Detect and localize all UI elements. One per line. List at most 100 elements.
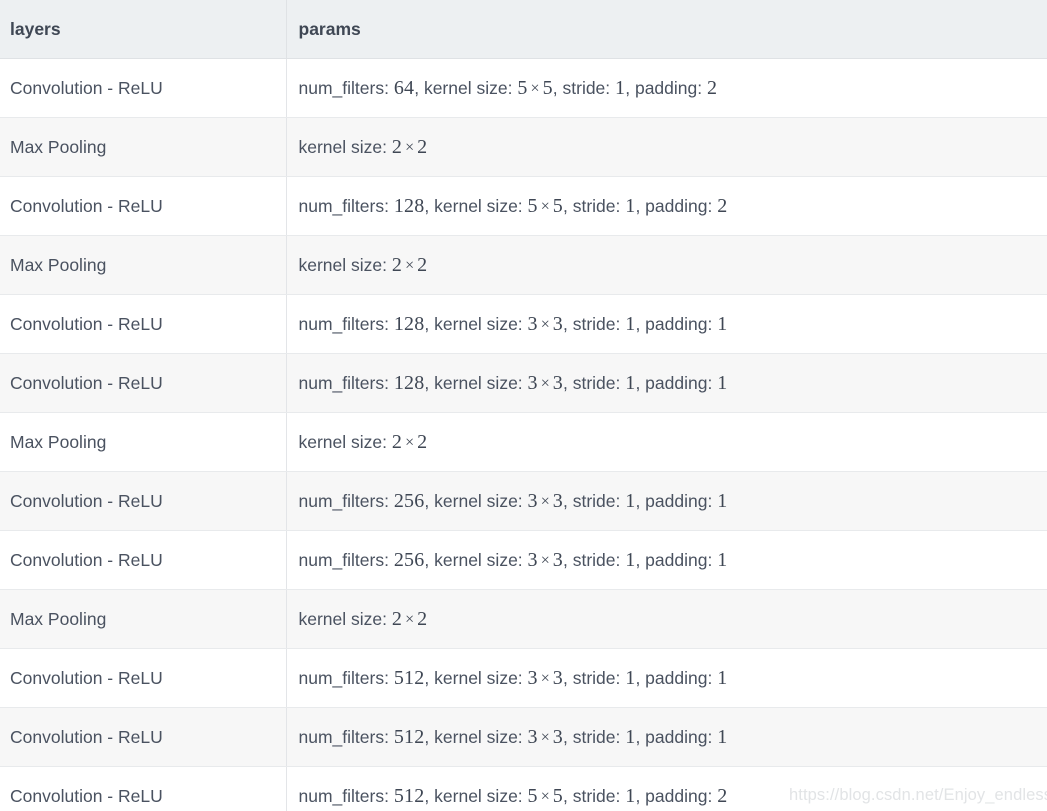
kernel-height-value: 5 — [552, 194, 563, 217]
kernel-size-label: kernel size: — [298, 608, 392, 629]
kernel-height-value: 5 — [542, 76, 553, 99]
kernel-size-label: kernel size: — [434, 785, 528, 806]
num-filters-value: 256 — [393, 548, 425, 571]
separator: , — [414, 77, 424, 98]
num-filters-value: 512 — [393, 784, 425, 807]
num-filters-value: 128 — [393, 194, 425, 217]
padding-value: 1 — [717, 371, 728, 394]
table-header-row: layers params — [0, 0, 1047, 59]
layer-name-cell: Convolution - ReLU — [0, 530, 287, 590]
kernel-width-value: 5 — [527, 194, 538, 217]
kernel-height-value: 3 — [552, 312, 563, 335]
num-filters-label: num_filters: — [298, 372, 394, 393]
kernel-size-label: kernel size: — [434, 195, 528, 216]
layer-params-cell: num_filters: 128, kernel size: 5 × 5, stri… — [286, 176, 1047, 236]
layer-name-cell: Max Pooling — [0, 412, 287, 472]
separator: , — [424, 549, 435, 570]
stride-value: 1 — [625, 666, 636, 689]
padding-label: padding: — [645, 490, 718, 511]
table-body: Convolution - ReLU num_filters: 64, kerne… — [0, 58, 1047, 811]
separator: , — [424, 195, 435, 216]
stride-label: stride: — [572, 549, 626, 570]
layer-name-cell: Max Pooling — [0, 589, 287, 649]
multiplication-sign: × — [540, 728, 550, 746]
stride-label: stride: — [572, 726, 626, 747]
multiplication-sign: × — [405, 138, 415, 156]
table-row: Max Pooling kernel size: 2 × 2 — [0, 589, 1047, 649]
kernel-width-value: 3 — [527, 666, 538, 689]
separator: , — [635, 490, 646, 511]
separator: , — [562, 667, 573, 688]
kernel-height-value: 3 — [552, 666, 563, 689]
layer-name-cell: Convolution - ReLU — [0, 707, 287, 767]
multiplication-sign: × — [540, 315, 550, 333]
num-filters-value: 512 — [393, 666, 425, 689]
layer-name-cell: Max Pooling — [0, 117, 287, 177]
stride-value: 1 — [625, 784, 636, 807]
num-filters-value: 512 — [393, 725, 425, 748]
table-row: Convolution - ReLU num_filters: 256, kern… — [0, 471, 1047, 531]
stride-label: stride: — [572, 372, 626, 393]
kernel-size-label: kernel size: — [434, 549, 528, 570]
stride-label: stride: — [562, 77, 616, 98]
kernel-size-label: kernel size: — [434, 726, 528, 747]
num-filters-label: num_filters: — [298, 785, 394, 806]
separator: , — [552, 77, 563, 98]
layer-params-cell: kernel size: 2 × 2 — [286, 589, 1047, 649]
layer-params-cell: num_filters: 64, kernel size: 5 × 5, strid… — [286, 58, 1047, 118]
separator: , — [635, 313, 646, 334]
kernel-width-value: 5 — [527, 784, 538, 807]
separator: , — [635, 549, 646, 570]
padding-label: padding: — [645, 372, 718, 393]
separator: , — [635, 195, 646, 216]
kernel-width-value: 5 — [517, 76, 528, 99]
kernel-size-label: kernel size: — [423, 77, 518, 98]
stride-value: 1 — [625, 312, 636, 335]
padding-value: 1 — [717, 489, 728, 512]
stride-label: stride: — [572, 490, 626, 511]
column-header-layers: layers — [0, 0, 287, 59]
separator: , — [424, 785, 435, 806]
kernel-height-value: 3 — [552, 489, 563, 512]
stride-value: 1 — [615, 76, 626, 99]
padding-value: 1 — [717, 312, 728, 335]
kernel-height-value: 2 — [417, 607, 428, 630]
layer-name-cell: Convolution - ReLU — [0, 176, 287, 236]
separator: , — [562, 490, 573, 511]
kernel-width-value: 3 — [527, 371, 538, 394]
separator: , — [635, 785, 646, 806]
padding-label: padding: — [645, 549, 718, 570]
padding-label: padding: — [645, 785, 718, 806]
kernel-height-value: 2 — [417, 253, 428, 276]
num-filters-label: num_filters: — [298, 490, 394, 511]
num-filters-label: num_filters: — [298, 313, 394, 334]
num-filters-label: num_filters: — [298, 549, 394, 570]
separator: , — [635, 372, 646, 393]
layer-params-cell: kernel size: 2 × 2 — [286, 117, 1047, 177]
separator: , — [562, 785, 573, 806]
layer-params-cell: num_filters: 256, kernel size: 3 × 3, stri… — [286, 530, 1047, 590]
multiplication-sign: × — [405, 610, 415, 628]
table-row: Convolution - ReLU num_filters: 512, kern… — [0, 707, 1047, 767]
separator: , — [562, 372, 573, 393]
num-filters-value: 256 — [393, 489, 425, 512]
kernel-size-label: kernel size: — [434, 313, 528, 334]
multiplication-sign: × — [540, 669, 550, 687]
layer-params-cell: num_filters: 512, kernel size: 3 × 3, stri… — [286, 648, 1047, 708]
separator: , — [562, 313, 573, 334]
column-header-params: params — [286, 0, 1047, 59]
layer-name-cell: Convolution - ReLU — [0, 353, 287, 413]
stride-label: stride: — [572, 313, 626, 334]
kernel-size-label: kernel size: — [434, 490, 528, 511]
separator: , — [562, 549, 573, 570]
padding-value: 1 — [717, 666, 728, 689]
separator: , — [424, 313, 435, 334]
multiplication-sign: × — [540, 551, 550, 569]
multiplication-sign: × — [540, 197, 550, 215]
kernel-height-value: 2 — [417, 135, 428, 158]
table-row: Max Pooling kernel size: 2 × 2 — [0, 412, 1047, 472]
separator: , — [562, 195, 573, 216]
kernel-size-label: kernel size: — [298, 254, 392, 275]
padding-value: 2 — [717, 194, 728, 217]
layer-name-cell: Convolution - ReLU — [0, 58, 287, 118]
